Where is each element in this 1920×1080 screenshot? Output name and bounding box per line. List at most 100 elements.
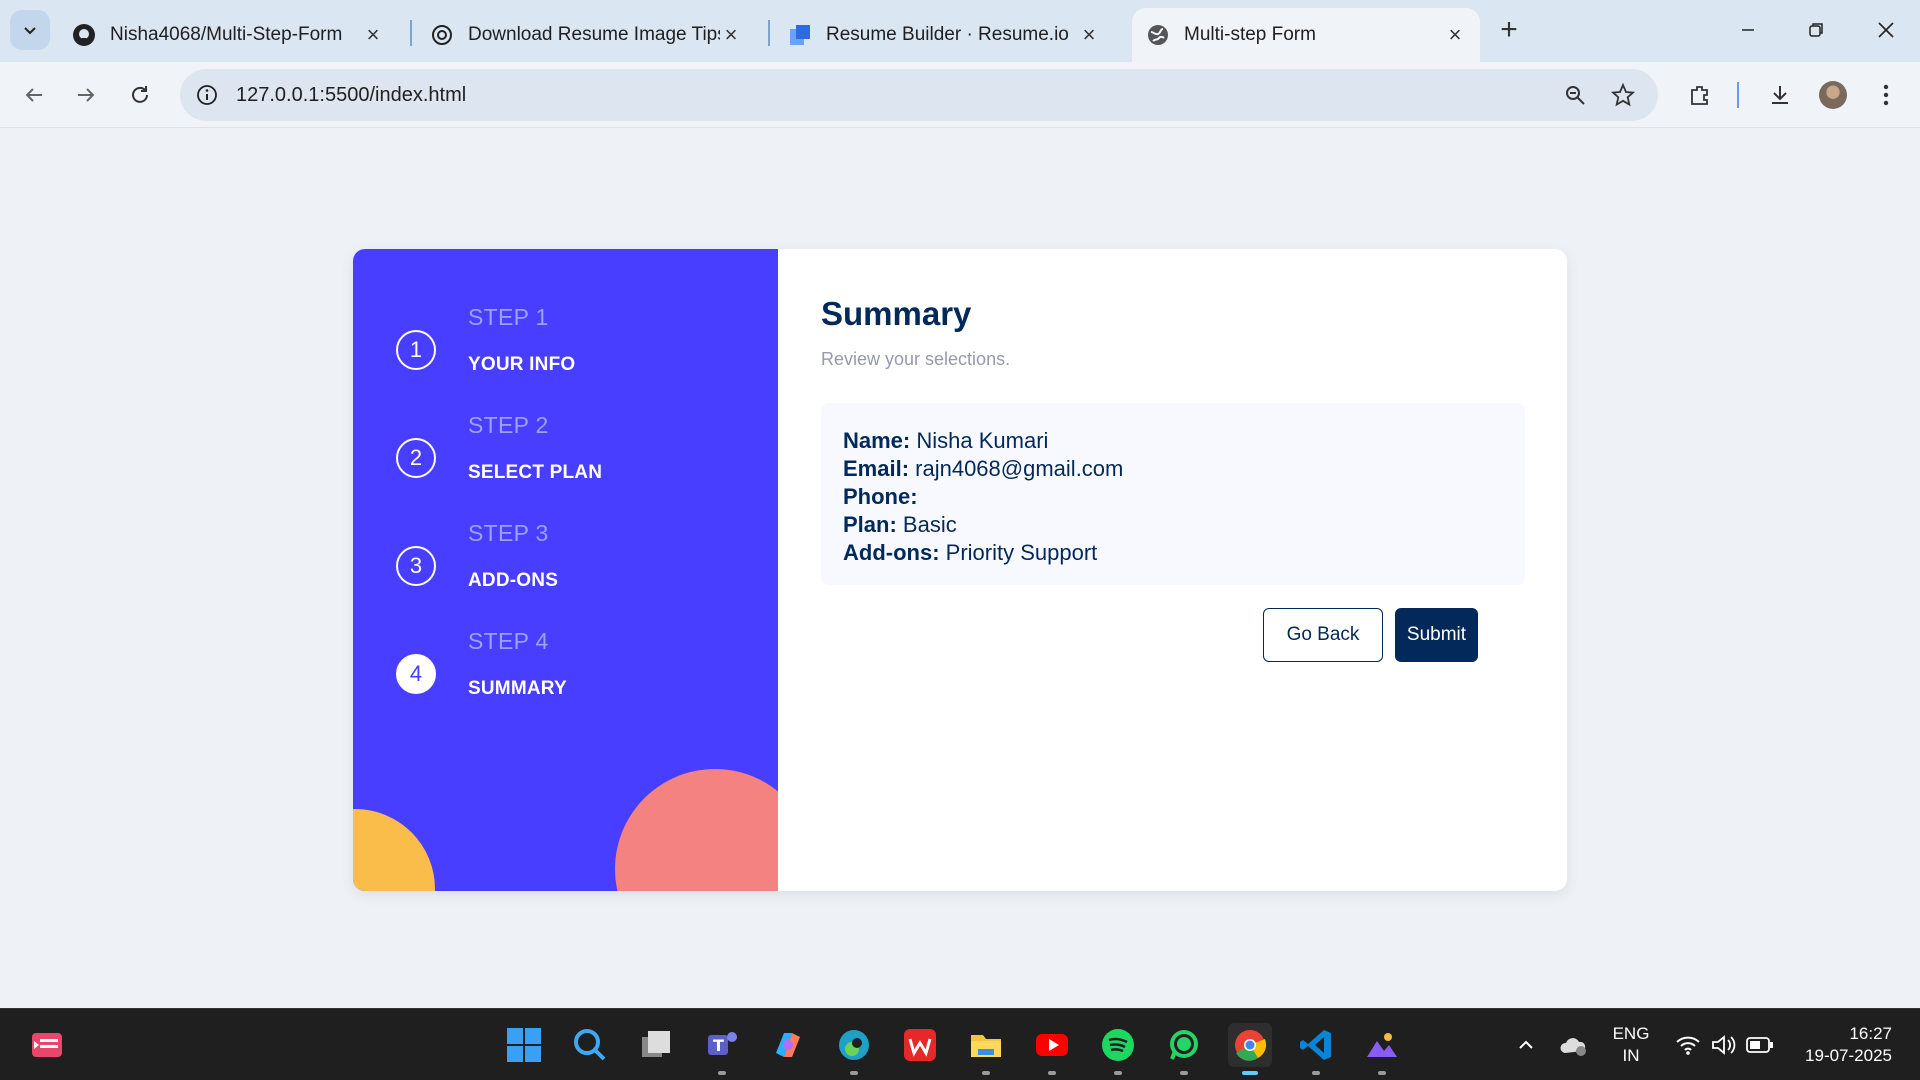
step-number-circle: 3 (396, 546, 436, 586)
summary-row-email: Email: rajn4068@gmail.com (843, 455, 1503, 483)
file-explorer-icon[interactable] (964, 1023, 1008, 1075)
copilot-icon[interactable] (766, 1023, 810, 1067)
tab-github[interactable]: Nisha4068/Multi-Step-Form × (58, 8, 398, 62)
resumeio-icon (788, 23, 812, 47)
clock-time: 16:27 (1849, 1024, 1892, 1043)
onedrive-icon[interactable] (1552, 1023, 1596, 1067)
summary-row-addons: Add-ons: Priority Support (843, 539, 1503, 567)
minimize-icon (1742, 29, 1754, 31)
whatsapp-icon[interactable] (1162, 1023, 1206, 1075)
toolbar-divider (1737, 82, 1739, 108)
photos-icon[interactable] (1360, 1023, 1404, 1075)
tab-title: Multi-step Form (1184, 24, 1316, 45)
arrow-right-icon (78, 88, 95, 102)
chatgpt-icon (430, 23, 454, 47)
close-window-button[interactable] (1866, 14, 1906, 46)
github-icon (72, 23, 96, 47)
task-view-icon[interactable] (634, 1023, 678, 1067)
tab-title: Nisha4068/Multi-Step-Form (110, 24, 343, 45)
close-icon[interactable]: × (1078, 22, 1100, 47)
reload-icon (132, 86, 148, 103)
browser-toolbar: 127.0.0.1:5500/index.html (0, 62, 1920, 128)
running-indicator (1114, 1071, 1122, 1075)
teams-icon[interactable]: T (700, 1023, 744, 1075)
step-name: SELECT PLAN (468, 462, 603, 483)
running-indicator (982, 1071, 990, 1075)
region-code: IN (1622, 1046, 1640, 1065)
summary-panel: Summary Review your selections. Name: Ni… (778, 249, 1567, 891)
chrome-icon[interactable] (1228, 1023, 1272, 1075)
summary-value: Priority Support (945, 540, 1098, 565)
youtube-icon[interactable] (1030, 1023, 1074, 1075)
step-number-circle: 1 (396, 330, 436, 370)
summary-row-phone: Phone: (843, 483, 1503, 511)
restore-button[interactable] (1796, 14, 1836, 46)
page-subtitle: Review your selections. (821, 349, 1011, 369)
edge-icon[interactable] (832, 1023, 876, 1075)
tab-chatgpt[interactable]: Download Resume Image Tips × (416, 8, 756, 62)
address-bar[interactable]: 127.0.0.1:5500/index.html (180, 69, 1658, 121)
zoom-icon[interactable] (1560, 80, 1590, 110)
bookmark-star-icon[interactable] (1608, 80, 1638, 110)
minimize-button[interactable] (1728, 14, 1768, 46)
steps-sidebar: 1 STEP 1 YOUR INFO 2 STEP 2 SELECT PLAN … (353, 249, 778, 891)
tab-title: Download Resume Image Tips (468, 24, 720, 45)
battery-icon[interactable] (1738, 1023, 1782, 1067)
step-label: STEP 3 (468, 520, 549, 546)
close-icon (1878, 22, 1894, 38)
form-card: 1 STEP 1 YOUR INFO 2 STEP 2 SELECT PLAN … (353, 249, 1567, 891)
step-label: STEP 2 (468, 412, 549, 438)
reload-button[interactable] (120, 75, 160, 115)
site-info-icon[interactable] (192, 80, 222, 110)
spotify-icon[interactable] (1096, 1023, 1140, 1075)
globe-icon (1146, 23, 1170, 47)
clock[interactable]: 16:27 19-07-2025 (1792, 1023, 1892, 1067)
step-number-circle: 2 (396, 438, 436, 478)
running-indicator (718, 1071, 726, 1075)
download-icon[interactable] (1762, 77, 1798, 113)
summary-label: Add-ons: (843, 540, 940, 565)
go-back-button[interactable]: Go Back (1263, 608, 1383, 662)
running-indicator (1242, 1071, 1258, 1075)
summary-value: rajn4068@gmail.com (915, 456, 1124, 481)
tab-resumeio[interactable]: Resume Builder · Resume.io × (774, 8, 1114, 62)
svg-text:T: T (713, 1036, 724, 1055)
new-tab-button[interactable]: + (1493, 13, 1525, 46)
close-icon[interactable]: × (720, 22, 742, 47)
step-number-circle-active: 4 (396, 654, 436, 694)
profile-avatar[interactable] (1815, 77, 1851, 113)
arrow-left-icon (25, 88, 42, 102)
decorative-pink-circle (615, 769, 778, 891)
tab-multistep-form[interactable]: Multi-step Form × (1132, 8, 1480, 62)
windows-taskbar: T ENG IN 16:27 19-07-2025 (0, 1008, 1920, 1080)
windows-start-icon[interactable] (502, 1023, 546, 1067)
search-icon[interactable] (568, 1023, 612, 1067)
step-name: YOUR INFO (468, 354, 576, 375)
language-code: ENG (1612, 1024, 1650, 1043)
forward-button[interactable] (66, 75, 106, 115)
vscode-icon[interactable] (1294, 1023, 1338, 1075)
chevron-down-icon (24, 27, 36, 35)
tab-divider (768, 20, 770, 46)
chevron-up-icon[interactable] (1504, 1023, 1548, 1067)
tab-search-button[interactable] (10, 10, 50, 50)
summary-label: Email: (843, 456, 910, 481)
menu-kebab-icon[interactable] (1868, 77, 1904, 113)
running-indicator (1378, 1071, 1386, 1075)
close-icon[interactable]: × (362, 22, 384, 47)
back-button[interactable] (14, 75, 54, 115)
url-text: 127.0.0.1:5500/index.html (236, 83, 467, 106)
clock-date: 19-07-2025 (1805, 1046, 1892, 1065)
close-icon[interactable]: × (1444, 22, 1466, 47)
decorative-orange-circle (353, 809, 435, 891)
step-name: SUMMARY (468, 678, 567, 699)
language-indicator[interactable]: ENG IN (1606, 1023, 1656, 1067)
widgets-icon[interactable] (26, 1023, 70, 1067)
submit-button[interactable]: Submit (1395, 608, 1478, 662)
restore-icon (1809, 23, 1823, 37)
summary-value: Basic (902, 512, 957, 537)
summary-row-plan: Plan: Basic (843, 511, 1503, 539)
wps-office-icon[interactable] (898, 1023, 942, 1067)
tab-title: Resume Builder · Resume.io (826, 24, 1069, 45)
extensions-icon[interactable] (1682, 77, 1718, 113)
